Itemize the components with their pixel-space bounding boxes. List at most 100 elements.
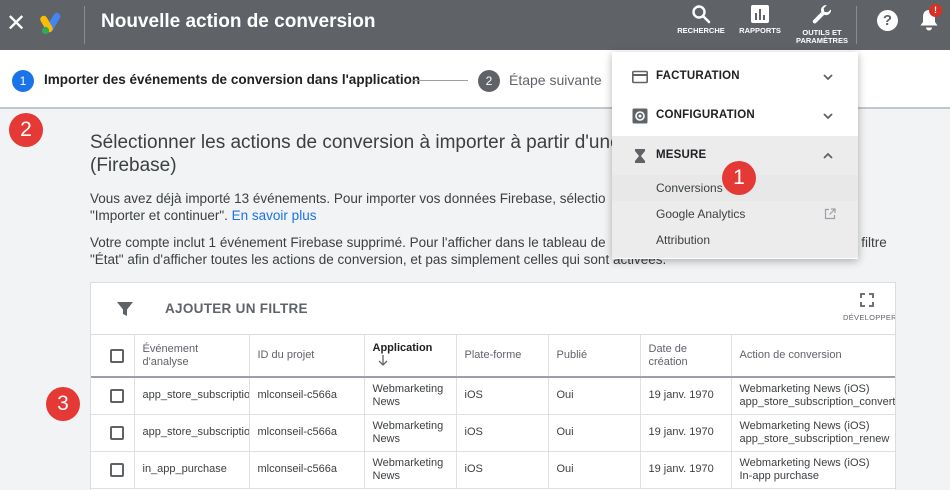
row-checkbox[interactable] [110, 388, 124, 403]
app-cell: Webmarketing News [364, 451, 457, 489]
tools-settings-button[interactable]: OUTILS ET PARAMÈTRES [793, 4, 851, 45]
action-line-2: app_store_subscription_convert [739, 395, 896, 408]
conversion-events-table: Événement d'analyse ID du projet Applica… [91, 335, 896, 489]
platform-cell: iOS [456, 414, 549, 452]
google-ads-logo-icon [40, 12, 61, 35]
app-cell: Webmarketing News [364, 377, 457, 415]
project-cell: mlconseil-c566a [249, 451, 365, 489]
para2-line1: Votre compte inclut 1 événement Firebase… [90, 235, 606, 250]
event-cell: app_store_subscriptio [134, 414, 250, 452]
reports-button[interactable]: RAPPORTS [737, 4, 783, 35]
table-row: in_app_purchase mlconseil-c566a Webmarke… [91, 451, 895, 489]
para1-line2: "Importer et continuer". [90, 208, 232, 223]
date-cell: 19 janv. 1970 [640, 377, 732, 415]
menu-item-attribution[interactable]: Attribution [612, 227, 858, 253]
published-cell: Oui [548, 377, 641, 415]
tools-dropdown-menu: FACTURATION CONFIGURATION MESURE Convers… [612, 52, 858, 259]
step-2-number: 2 [478, 70, 500, 92]
action-cell: Webmarketing News (iOS) app_store_subscr… [731, 414, 895, 452]
add-filter-button[interactable]: AJOUTER UN FILTRE [165, 301, 308, 316]
topbar-divider [84, 6, 85, 44]
select-all-checkbox[interactable] [110, 348, 124, 363]
menu-section-billing-label: FACTURATION [656, 70, 740, 82]
filter-bar: AJOUTER UN FILTRE DÉVELOPPER [91, 283, 896, 335]
events-table-card: AJOUTER UN FILTRE DÉVELOPPER Événement d… [90, 282, 896, 490]
column-header-app[interactable]: Application [364, 335, 457, 378]
menu-item-google-analytics-label: Google Analytics [656, 207, 746, 221]
annotation-marker-1: 1 [722, 161, 756, 195]
fullscreen-icon [860, 293, 874, 307]
select-all-cell [91, 335, 135, 378]
event-cell: app_store_subscriptio [134, 377, 250, 415]
action-line-1: Webmarketing News (iOS) [739, 382, 870, 395]
published-cell: Oui [548, 451, 641, 489]
event-cell: in_app_purchase [134, 451, 250, 489]
expand-button[interactable]: DÉVELOPPER [843, 293, 896, 322]
search-button[interactable]: RECHERCHE [677, 4, 725, 35]
column-header-event[interactable]: Événement d'analyse [134, 335, 250, 378]
menu-section-billing[interactable]: FACTURATION [612, 57, 858, 96]
column-header-action[interactable]: Action de conversion [731, 335, 895, 378]
action-line-2: In-app purchase [739, 469, 820, 482]
column-header-project[interactable]: ID du projet [249, 335, 365, 378]
column-header-platform[interactable]: Plate-forme [456, 335, 549, 378]
expand-label: DÉVELOPPER [843, 313, 896, 322]
page-title: Nouvelle action de conversion [101, 11, 376, 32]
help-icon[interactable]: ? [877, 10, 898, 31]
annotation-marker-2: 2 [9, 113, 43, 147]
action-line-1: Webmarketing News (iOS) [739, 419, 870, 432]
row-select-cell [91, 377, 135, 415]
row-checkbox[interactable] [110, 462, 124, 477]
date-cell: 19 janv. 1970 [640, 451, 732, 489]
search-button-label: RECHERCHE [677, 26, 725, 35]
column-header-app-label: Application [372, 342, 433, 354]
learn-more-link[interactable]: En savoir plus [232, 208, 317, 223]
menu-section-setup[interactable]: CONFIGURATION [612, 96, 858, 135]
platform-cell: iOS [456, 451, 549, 489]
app-cell: Webmarketing News [364, 414, 457, 452]
notification-badge: ! [929, 4, 942, 17]
action-line-2: app_store_subscription_renew [739, 432, 890, 445]
topbar-divider-2 [856, 6, 857, 44]
row-checkbox[interactable] [110, 425, 124, 440]
credit-card-icon [632, 70, 648, 84]
heading-line-2: (Firebase) [90, 155, 177, 176]
project-cell: mlconseil-c566a [249, 414, 365, 452]
row-select-cell [91, 414, 135, 452]
action-cell: Webmarketing News (iOS) app_store_subscr… [731, 377, 896, 415]
table-row: app_store_subscriptio mlconseil-c566a We… [91, 377, 896, 415]
step-2-label: Étape suivante [509, 72, 602, 88]
chevron-down-icon [823, 74, 833, 81]
action-line-1: Webmarketing News (iOS) [739, 456, 870, 469]
step-1-label: Importer des événements de conversion da… [44, 72, 421, 87]
column-header-date[interactable]: Date de création [640, 335, 732, 378]
chevron-down-icon [823, 113, 833, 120]
bar-chart-icon [751, 5, 769, 23]
menu-section-setup-label: CONFIGURATION [656, 109, 755, 121]
table-row: app_store_subscriptio mlconseil-c566a We… [91, 414, 895, 452]
filter-icon[interactable] [116, 300, 134, 318]
annotation-marker-3: 3 [46, 387, 80, 421]
menu-item-google-analytics[interactable]: Google Analytics [612, 201, 858, 227]
column-header-published[interactable]: Publié [548, 335, 641, 378]
search-icon [692, 5, 711, 24]
wrench-icon [812, 5, 832, 24]
para1-line1: Vous avez déjà importé 13 événements. Po… [90, 191, 606, 206]
published-cell: Oui [548, 414, 641, 452]
reports-button-label: RAPPORTS [739, 26, 781, 35]
top-app-bar: ✕ Nouvelle action de conversion RECHERCH… [0, 0, 950, 50]
platform-cell: iOS [456, 377, 549, 415]
settings-gear-icon [632, 108, 648, 124]
section-heading: Sélectionner les actions de conversion à… [90, 131, 637, 177]
project-cell: mlconseil-c566a [249, 377, 365, 415]
date-cell: 19 janv. 1970 [640, 414, 732, 452]
heading-line-1: Sélectionner les actions de conversion à… [90, 132, 637, 153]
action-cell: Webmarketing News (iOS) In-app purchase [731, 451, 895, 489]
menu-section-measure-label: MESURE [656, 149, 707, 161]
step-1-number: 1 [12, 70, 34, 92]
row-select-cell [91, 451, 135, 489]
close-button[interactable]: ✕ [6, 9, 26, 39]
chevron-up-icon [823, 152, 833, 159]
tools-label-line2: PARAMÈTRES [796, 36, 848, 45]
table-header-row: Événement d'analyse ID du projet Applica… [91, 335, 895, 378]
